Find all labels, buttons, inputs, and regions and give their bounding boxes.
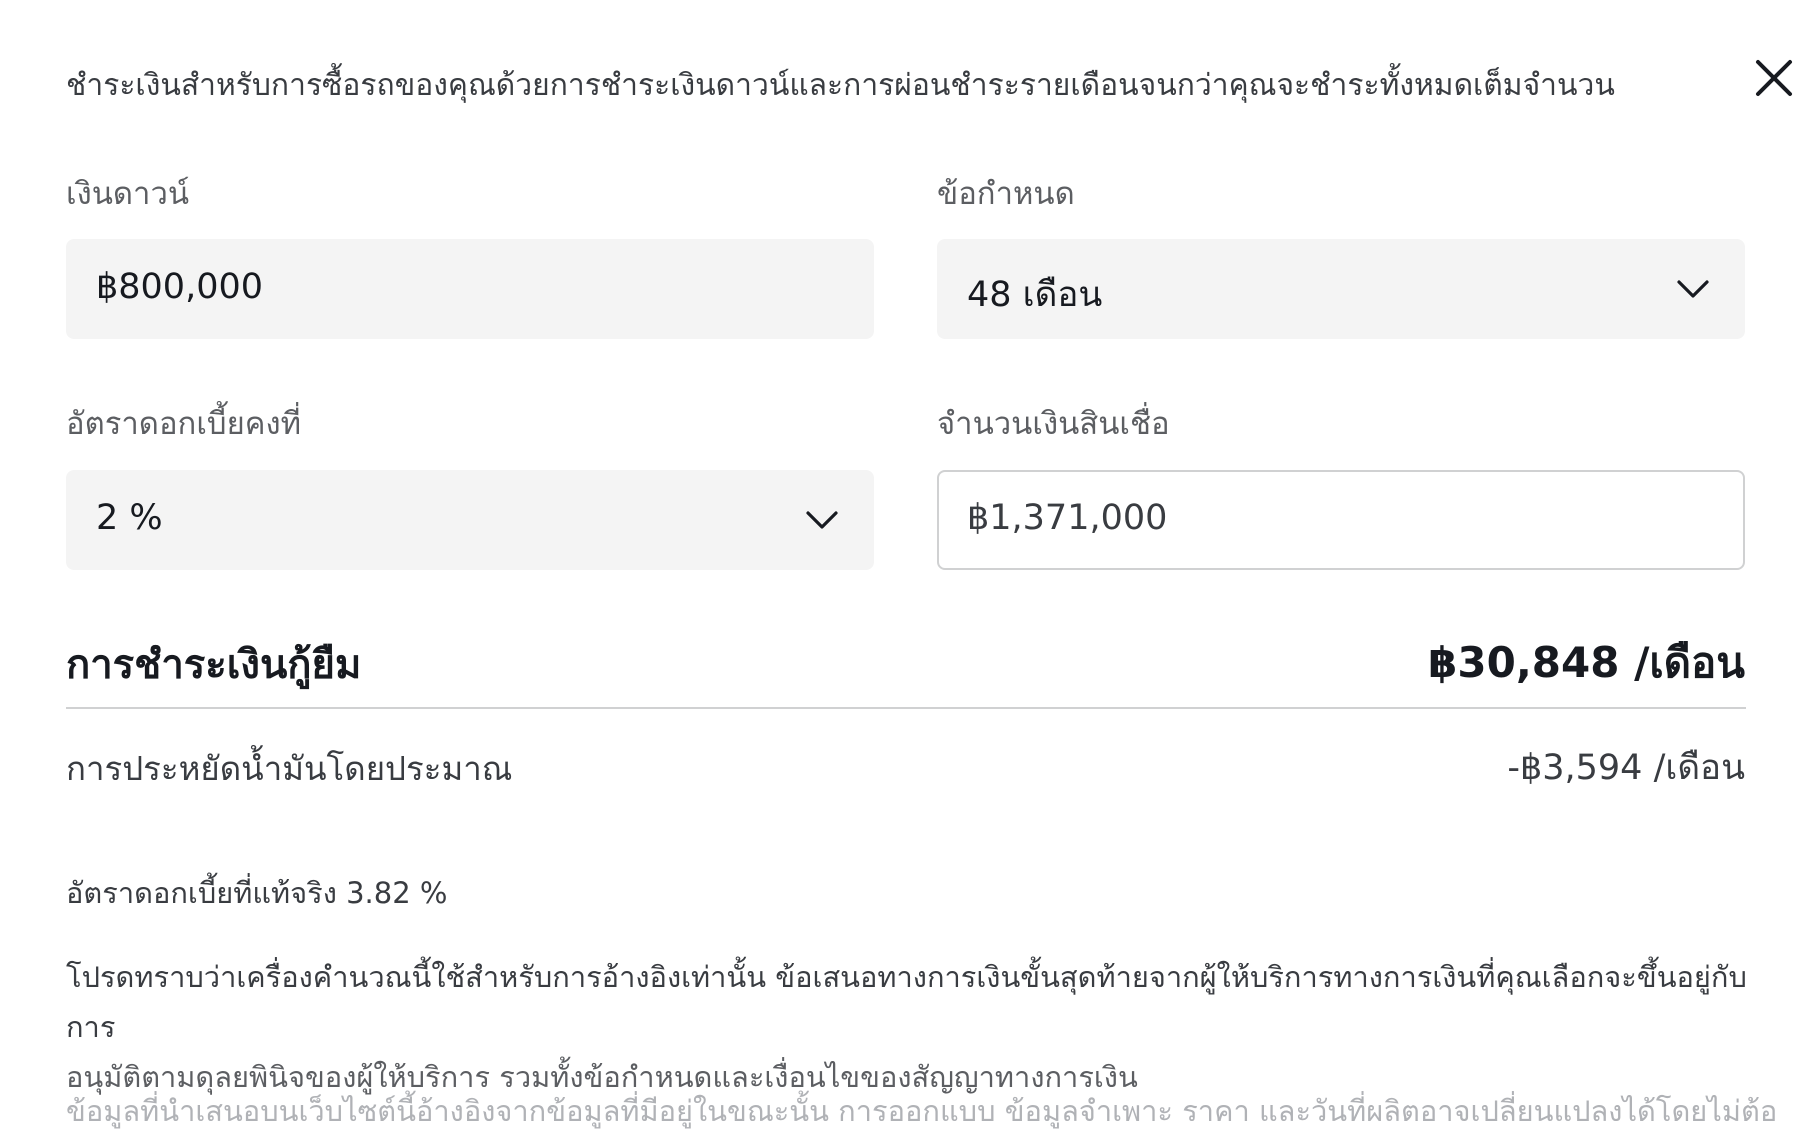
loan-amount-value: ฿1,371,000 [967,498,1168,538]
down-payment-label: เงินดาวน์ [66,176,190,212]
intro-text: ชำระเงินสำหรับการซื้อรถของคุณด้วยการชำระ… [66,68,1615,103]
fuel-savings-value: -฿3,594 /เดือน [1507,748,1745,788]
close-icon[interactable] [1752,56,1796,100]
term-value: 48 เดือน [967,275,1103,315]
effective-rate-text: อัตราดอกเบี้ยที่แท้จริง 3.82 % [66,876,448,910]
fuel-savings-label: การประหยัดน้ำมันโดยประมาณ [66,749,513,788]
interest-rate-value: 2 % [96,498,163,538]
disclaimer: โปรดทราบว่าเครื่องคำนวณนี้ใช้สำหรับการอ้… [66,952,1766,1102]
loan-payment-label: การชำระเงินกู้ยืม [66,642,362,688]
fineprint-text: ข้อมูลที่นำเสนอบนเว็บไซต์นี้อ้างอิงจากข้… [66,1094,1776,1128]
financing-calculator-modal: ชำระเงินสำหรับการซื้อรถของคุณด้วยการชำระ… [0,0,1816,1146]
term-select[interactable]: 48 เดือน [937,239,1745,339]
term-label: ข้อกำหนด [937,176,1075,212]
divider [66,707,1746,709]
down-payment-value: ฿800,000 [96,267,264,307]
loan-amount-field: ฿1,371,000 [937,470,1745,570]
interest-rate-select[interactable]: 2 % [66,470,874,570]
interest-rate-label: อัตราดอกเบี้ยคงที่ [66,406,302,442]
loan-amount-label: จำนวนเงินสินเชื่อ [937,406,1170,442]
loan-payment-value: ฿30,848 /เดือน [1428,638,1745,687]
chevron-down-icon [806,511,838,529]
down-payment-input[interactable]: ฿800,000 [66,239,874,339]
chevron-down-icon [1677,280,1709,298]
disclaimer-line-1: โปรดทราบว่าเครื่องคำนวณนี้ใช้สำหรับการอ้… [66,960,1747,1044]
